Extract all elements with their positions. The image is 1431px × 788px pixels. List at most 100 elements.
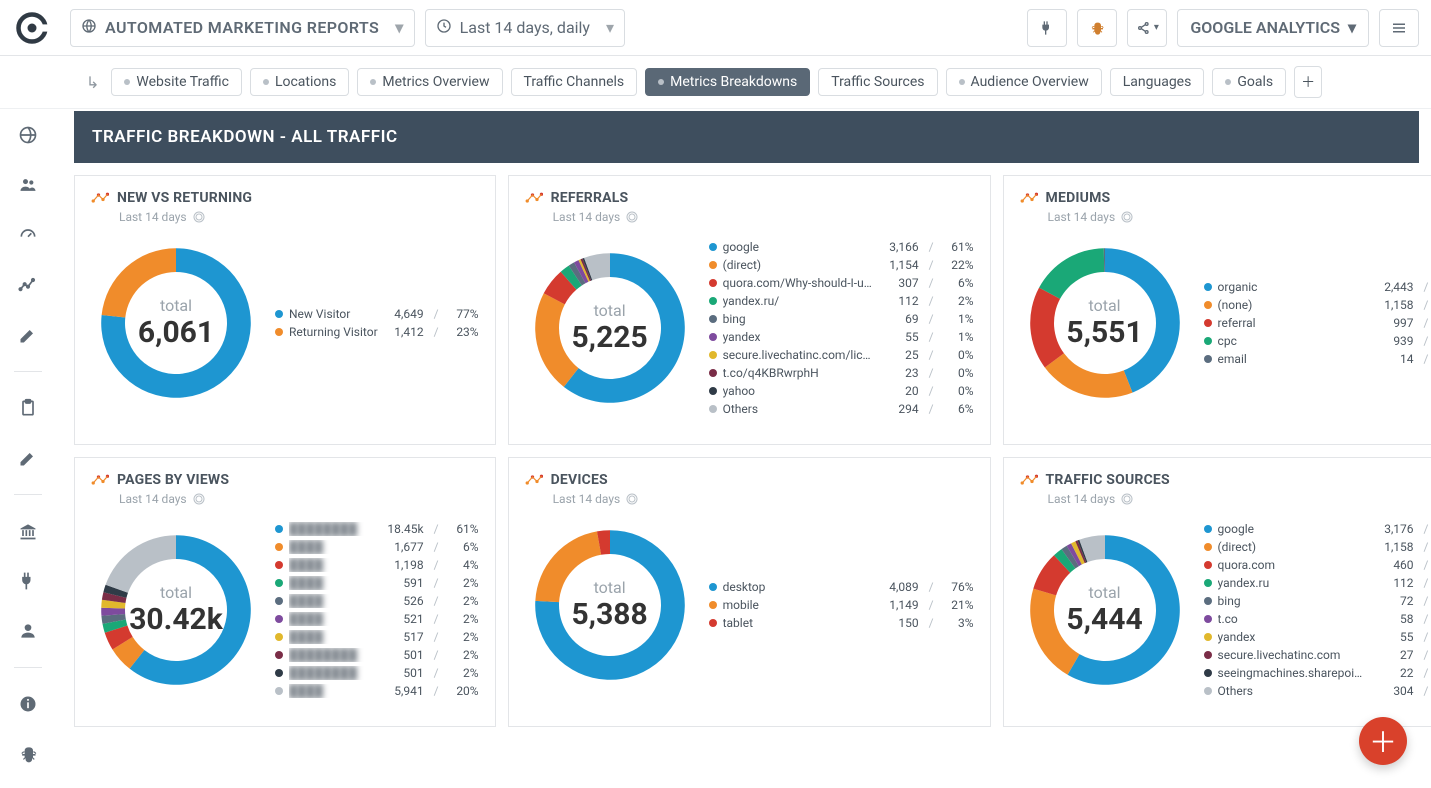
legend-row: ████1,677/6% <box>275 538 479 556</box>
legend-bullet <box>1204 687 1212 695</box>
top-bar: AUTOMATED MARKETING REPORTS ▾ Last 14 da… <box>0 0 1431 56</box>
total-value: 30.42k <box>129 602 223 637</box>
legend: google3,166/61%(direct)1,154/22%quora.co… <box>709 238 974 418</box>
bank-icon[interactable] <box>10 513 46 549</box>
legend-name: bing <box>723 312 873 326</box>
legend-row: quora.com/Why-should-I-u…307/6% <box>709 274 974 292</box>
legend-value: 112 <box>1374 576 1414 590</box>
legend-pct: 1% <box>944 330 974 344</box>
edit-icon[interactable] <box>10 440 46 476</box>
legend-value: 997 <box>1374 316 1414 330</box>
legend-row: Others294/6% <box>709 400 974 418</box>
legend-row: quora.com460/8% <box>1204 556 1431 574</box>
tab-label: Traffic Sources <box>831 74 924 90</box>
bug-icon[interactable] <box>10 736 46 772</box>
add-tab-button[interactable]: ＋ <box>1294 66 1322 98</box>
legend-name: yandex.ru/ <box>723 294 873 308</box>
plug-button[interactable] <box>1027 9 1067 47</box>
widget-subtitle: Last 14 days <box>553 210 974 224</box>
legend-row: yandex55/1% <box>1204 628 1431 646</box>
analytics-icon <box>525 191 543 205</box>
legend-bullet <box>1204 561 1212 569</box>
page-title: TRAFFIC BREAKDOWN - ALL TRAFFIC <box>74 111 1419 163</box>
pencil-icon[interactable] <box>10 317 46 353</box>
legend-bullet <box>709 405 717 413</box>
legend-name: ████ <box>289 540 378 554</box>
dot-icon <box>959 79 965 85</box>
legend-name: New Visitor <box>289 307 378 321</box>
total-label: total <box>594 301 626 320</box>
legend-row: t.co/q4KBRwrphH23/0% <box>709 364 974 382</box>
legend-bullet <box>275 687 283 695</box>
legend-pct: 1% <box>944 312 974 326</box>
info-icon[interactable] <box>10 686 46 722</box>
legend-bullet <box>275 525 283 533</box>
legend-value: 526 <box>384 594 424 608</box>
dot-icon <box>658 79 664 85</box>
analytics-icon <box>91 191 109 205</box>
legend-value: 4,649 <box>384 307 424 321</box>
widget-subtitle: Last 14 days <box>553 492 974 506</box>
chart-line-icon[interactable] <box>10 267 46 303</box>
legend-value: 4,089 <box>879 580 919 594</box>
tab-goals[interactable]: Goals <box>1212 68 1286 96</box>
legend-pct: 4% <box>449 558 479 572</box>
total-label: total <box>1089 583 1121 602</box>
legend-name: ████ <box>289 630 378 644</box>
legend-pct: 2% <box>449 666 479 680</box>
widget-subtitle: Last 14 days <box>119 492 479 506</box>
account-icon[interactable] <box>10 613 46 649</box>
report-selector[interactable]: AUTOMATED MARKETING REPORTS ▾ <box>70 9 415 47</box>
globe-icon[interactable] <box>10 117 46 153</box>
widgets-grid: NEW VS RETURNINGLast 14 daystotal6,061Ne… <box>74 175 1419 727</box>
donut-chart: total6,061 <box>91 238 261 408</box>
legend-row: secure.livechatinc.com27/0% <box>1204 646 1431 664</box>
clipboard-icon[interactable] <box>10 390 46 426</box>
legend-name: email <box>1218 352 1368 366</box>
people-icon[interactable] <box>10 167 46 203</box>
legend-row: bing72/1% <box>1204 592 1431 610</box>
tab-locations[interactable]: Locations <box>250 68 349 96</box>
legend-pct: 22% <box>944 258 974 272</box>
total-value: 5,551 <box>1066 315 1142 350</box>
share-button[interactable]: ▾ <box>1127 9 1167 47</box>
legend-name: Others <box>723 402 873 416</box>
tab-website-traffic[interactable]: Website Traffic <box>111 68 242 96</box>
legend-value: 460 <box>1374 558 1414 572</box>
plug-icon[interactable] <box>10 563 46 599</box>
legend-name: quora.com/Why-should-I-u… <box>723 276 873 290</box>
tab-metrics-overview[interactable]: Metrics Overview <box>357 68 502 96</box>
widget-referrals: REFERRALSLast 14 daystotal5,225google3,1… <box>508 175 991 445</box>
legend-row: ████5,941/20% <box>275 682 479 700</box>
legend-bullet <box>1204 283 1212 291</box>
legend-pct: 2% <box>449 576 479 590</box>
tab-languages[interactable]: Languages <box>1110 68 1205 96</box>
legend-name: secure.livechatinc.com <box>1218 648 1368 662</box>
legend-row: yahoo20/0% <box>709 382 974 400</box>
legend-bullet <box>1204 579 1212 587</box>
legend-pct: 76% <box>944 580 974 594</box>
fab-add-button[interactable]: ＋ <box>1359 717 1407 765</box>
legend-value: 72 <box>1374 594 1414 608</box>
legend: organic2,443/44%(none)1,158/21%referral9… <box>1204 278 1431 368</box>
legend-value: 1,198 <box>384 558 424 572</box>
menu-button[interactable] <box>1379 9 1419 47</box>
tab-audience-overview[interactable]: Audience Overview <box>946 68 1102 96</box>
legend-bullet <box>1204 337 1212 345</box>
connector-label: GOOGLE ANALYTICS <box>1190 18 1340 37</box>
legend-pct: 77% <box>449 307 479 321</box>
legend-bullet <box>1204 633 1212 641</box>
widget-pages-by-views: PAGES BY VIEWSLast 14 daystotal30.42k███… <box>74 457 496 727</box>
legend-name: ████████ <box>289 648 378 662</box>
tab-label: Website Traffic <box>136 74 229 90</box>
legend-name: ████ <box>289 558 378 572</box>
tab-traffic-sources[interactable]: Traffic Sources <box>818 68 937 96</box>
legend-value: 517 <box>384 630 424 644</box>
tab-metrics-breakdowns[interactable]: Metrics Breakdowns <box>645 68 810 96</box>
legend-row: yandex55/1% <box>709 328 974 346</box>
speed-icon[interactable] <box>10 217 46 253</box>
date-selector[interactable]: Last 14 days, daily ▾ <box>425 9 625 47</box>
tab-traffic-channels[interactable]: Traffic Channels <box>511 68 638 96</box>
connector-selector[interactable]: GOOGLE ANALYTICS ▾ <box>1177 9 1369 47</box>
bug-button[interactable] <box>1077 9 1117 47</box>
